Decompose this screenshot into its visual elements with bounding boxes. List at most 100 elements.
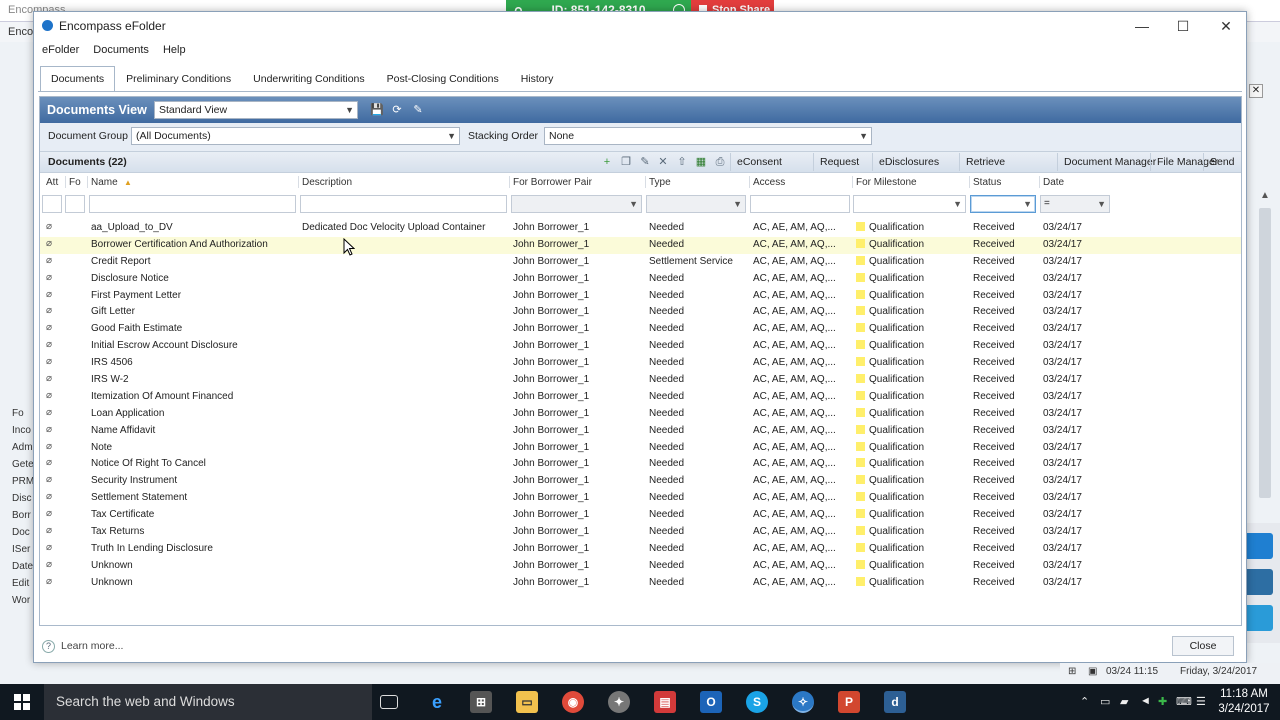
column-header-description[interactable]: Description (302, 177, 352, 188)
status-filter[interactable]: ▼ (970, 195, 1036, 213)
table-row[interactable]: ⌀ Unknown John Borrower_1 Needed AC, AE, AM,… (40, 558, 1241, 575)
background-sidebar-item[interactable]: PRM (0, 473, 34, 490)
edisclosures-button[interactable]: eDisclosures (872, 153, 945, 171)
tab-history[interactable]: History (510, 66, 565, 91)
background-sidebar-item[interactable]: Wor (0, 592, 34, 609)
background-sidebar-item[interactable]: Borr (0, 507, 34, 524)
table-row[interactable]: ⌀ First Payment Letter John Borrower_1 Need… (40, 288, 1241, 305)
table-row[interactable]: ⌀ Disclosure Notice John Borrower_1 Needed A… (40, 271, 1241, 288)
column-header-for-milestone[interactable]: For Milestone (856, 177, 917, 188)
tab-underwriting-conditions[interactable]: Underwriting Conditions (242, 66, 375, 91)
background-sidebar-item[interactable]: Adm (0, 439, 34, 456)
date-filter[interactable]: = ▼ (1040, 195, 1110, 213)
name-filter[interactable] (89, 195, 296, 213)
table-row[interactable]: ⌀ Name Affidavit John Borrower_1 Needed AC, … (40, 423, 1241, 440)
attachment-icon[interactable]: ⌀ (46, 542, 56, 553)
borrower-pair-filter[interactable]: ▼ (511, 195, 642, 213)
attachment-icon[interactable]: ⌀ (46, 407, 56, 418)
attachment-icon[interactable]: ⌀ (46, 491, 56, 502)
battery-icon[interactable]: ▭ (1100, 695, 1110, 708)
app-tray-icon[interactable]: ✚ (1158, 695, 1167, 708)
column-header-fo[interactable]: Fo (69, 177, 81, 188)
close-button[interactable]: Close (1172, 636, 1234, 656)
send-button[interactable]: Send ▾ (1203, 153, 1241, 186)
keyboard-icon[interactable]: ⌨ (1176, 695, 1192, 708)
attachment-icon[interactable]: ⌀ (46, 441, 56, 452)
background-scrollbar[interactable]: ▲ (1256, 190, 1274, 500)
attachment-icon[interactable]: ⌀ (46, 339, 56, 350)
document-group-select[interactable]: (All Documents) ▼ (131, 127, 460, 145)
table-row[interactable]: ⌀ Unknown John Borrower_1 Needed AC, AE, AM,… (40, 575, 1241, 592)
attachment-icon[interactable]: ⌀ (46, 221, 56, 232)
background-sidebar-item[interactable]: Date (0, 558, 34, 575)
description-filter[interactable] (300, 195, 507, 213)
column-header-date[interactable]: Date (1043, 177, 1064, 188)
minimize-icon[interactable]: — (1127, 16, 1157, 36)
attachment-icon[interactable]: ⌀ (46, 457, 56, 468)
file-explorer-icon[interactable]: ▭ (516, 691, 538, 713)
table-row[interactable]: ⌀ Good Faith Estimate John Borrower_1 Neede… (40, 321, 1241, 338)
type-filter[interactable]: ▼ (646, 195, 746, 213)
edit-icon[interactable]: ✎ (638, 155, 652, 169)
taskbar-search-box[interactable]: Search the web and Windows (44, 684, 372, 720)
duplicate-icon[interactable]: ❐ (619, 155, 633, 169)
attachment-icon[interactable]: ⌀ (46, 525, 56, 536)
attachment-icon[interactable]: ⌀ (46, 576, 56, 587)
attachment-icon[interactable]: ⌀ (46, 322, 56, 333)
chat-app-icon[interactable] (1243, 605, 1273, 631)
column-header-for-borrower-pair[interactable]: For Borrower Pair (513, 177, 592, 188)
background-sidebar-item[interactable]: Fo (0, 405, 34, 422)
table-row[interactable]: ⌀ IRS W-2 John Borrower_1 Needed AC, AE, AM,… (40, 372, 1241, 389)
save-view-icon[interactable]: 💾 (370, 103, 384, 117)
fo-filter[interactable] (65, 195, 85, 213)
att-filter[interactable] (42, 195, 62, 213)
background-sidebar-item[interactable]: Edit (0, 575, 34, 592)
attachment-icon[interactable]: ⌀ (46, 356, 56, 367)
document-manager-button[interactable]: Document Manager (1057, 153, 1162, 171)
skype-icon[interactable]: S (746, 691, 768, 713)
pdf-app-icon[interactable]: ▤ (654, 691, 676, 713)
table-row[interactable]: ⌀ Tax Returns John Borrower_1 Needed AC, AE,… (40, 524, 1241, 541)
column-header-access[interactable]: Access (753, 177, 785, 188)
background-sidebar-item[interactable]: Disc (0, 490, 34, 507)
background-sidebar-item[interactable]: Doc (0, 524, 34, 541)
table-row[interactable]: ⌀ aa_Upload_to_DV Dedicated Doc Velocity U… (40, 220, 1241, 237)
table-row[interactable]: ⌀ Tax Certificate John Borrower_1 Needed AC,… (40, 507, 1241, 524)
delete-icon[interactable]: ✕ (656, 155, 670, 169)
attachment-icon[interactable]: ⌀ (46, 255, 56, 266)
windows-start-icon[interactable] (14, 694, 30, 710)
notifications-icon[interactable]: ☰ (1196, 695, 1206, 708)
menu-help[interactable]: Help (163, 40, 186, 60)
attachment-icon[interactable]: ⌀ (46, 373, 56, 384)
sort-ascending-icon[interactable]: ▲ (124, 178, 132, 187)
table-row[interactable]: ⌀ Settlement Statement John Borrower_1 Need… (40, 490, 1241, 507)
assign-icon[interactable]: ⇧ (675, 155, 689, 169)
store-icon[interactable]: ⊞ (470, 691, 492, 713)
attachment-icon[interactable]: ⌀ (46, 474, 56, 485)
attachment-icon[interactable]: ⌀ (46, 508, 56, 519)
chrome-browser-icon[interactable]: ◉ (562, 691, 584, 713)
attachment-icon[interactable]: ⌀ (46, 390, 56, 401)
column-header-type[interactable]: Type (649, 177, 671, 188)
tab-preliminary-conditions[interactable]: Preliminary Conditions (115, 66, 242, 91)
table-row[interactable]: ⌀ Initial Escrow Account Disclosure John B… (40, 338, 1241, 355)
outlook-icon[interactable]: O (700, 691, 722, 713)
print-icon[interactable]: ⎙ (713, 155, 727, 169)
window-app-icon[interactable] (1243, 533, 1273, 559)
table-row[interactable]: ⌀ Itemization Of Amount Financed John Borr… (40, 389, 1241, 406)
column-header-att[interactable]: Att (46, 177, 58, 188)
view-select[interactable]: Standard View ▼ (154, 101, 358, 119)
retrieve-button[interactable]: Retrieve (959, 153, 1011, 171)
background-close-icon[interactable]: ✕ (1249, 84, 1263, 98)
tray-chevron-icon[interactable]: ⌃ (1080, 695, 1089, 708)
reset-view-icon[interactable]: ⟳ (390, 103, 404, 117)
attachment-icon[interactable]: ⌀ (46, 305, 56, 316)
tab-documents[interactable]: Documents (40, 66, 116, 92)
column-header-name[interactable]: Name (91, 177, 118, 188)
column-header-status[interactable]: Status (973, 177, 1001, 188)
attachment-icon[interactable]: ⌀ (46, 272, 56, 283)
background-sidebar-item[interactable]: ISer (0, 541, 34, 558)
encompass-taskbar-icon[interactable]: ✧ (792, 691, 814, 713)
app-icon[interactable]: ✦ (608, 691, 630, 713)
access-filter[interactable] (750, 195, 850, 213)
